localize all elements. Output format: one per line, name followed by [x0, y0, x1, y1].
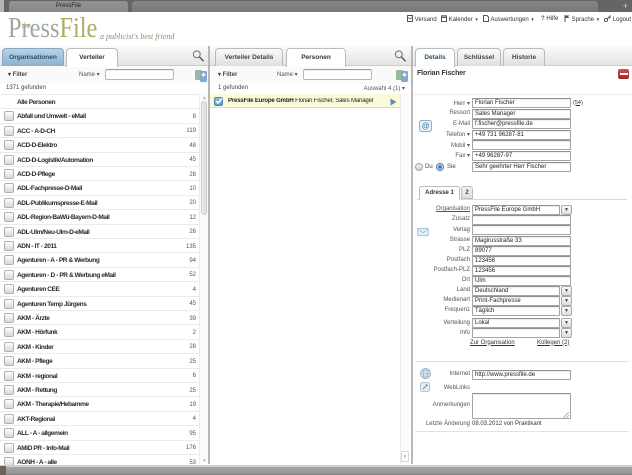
- svg-text:@: @: [421, 122, 429, 131]
